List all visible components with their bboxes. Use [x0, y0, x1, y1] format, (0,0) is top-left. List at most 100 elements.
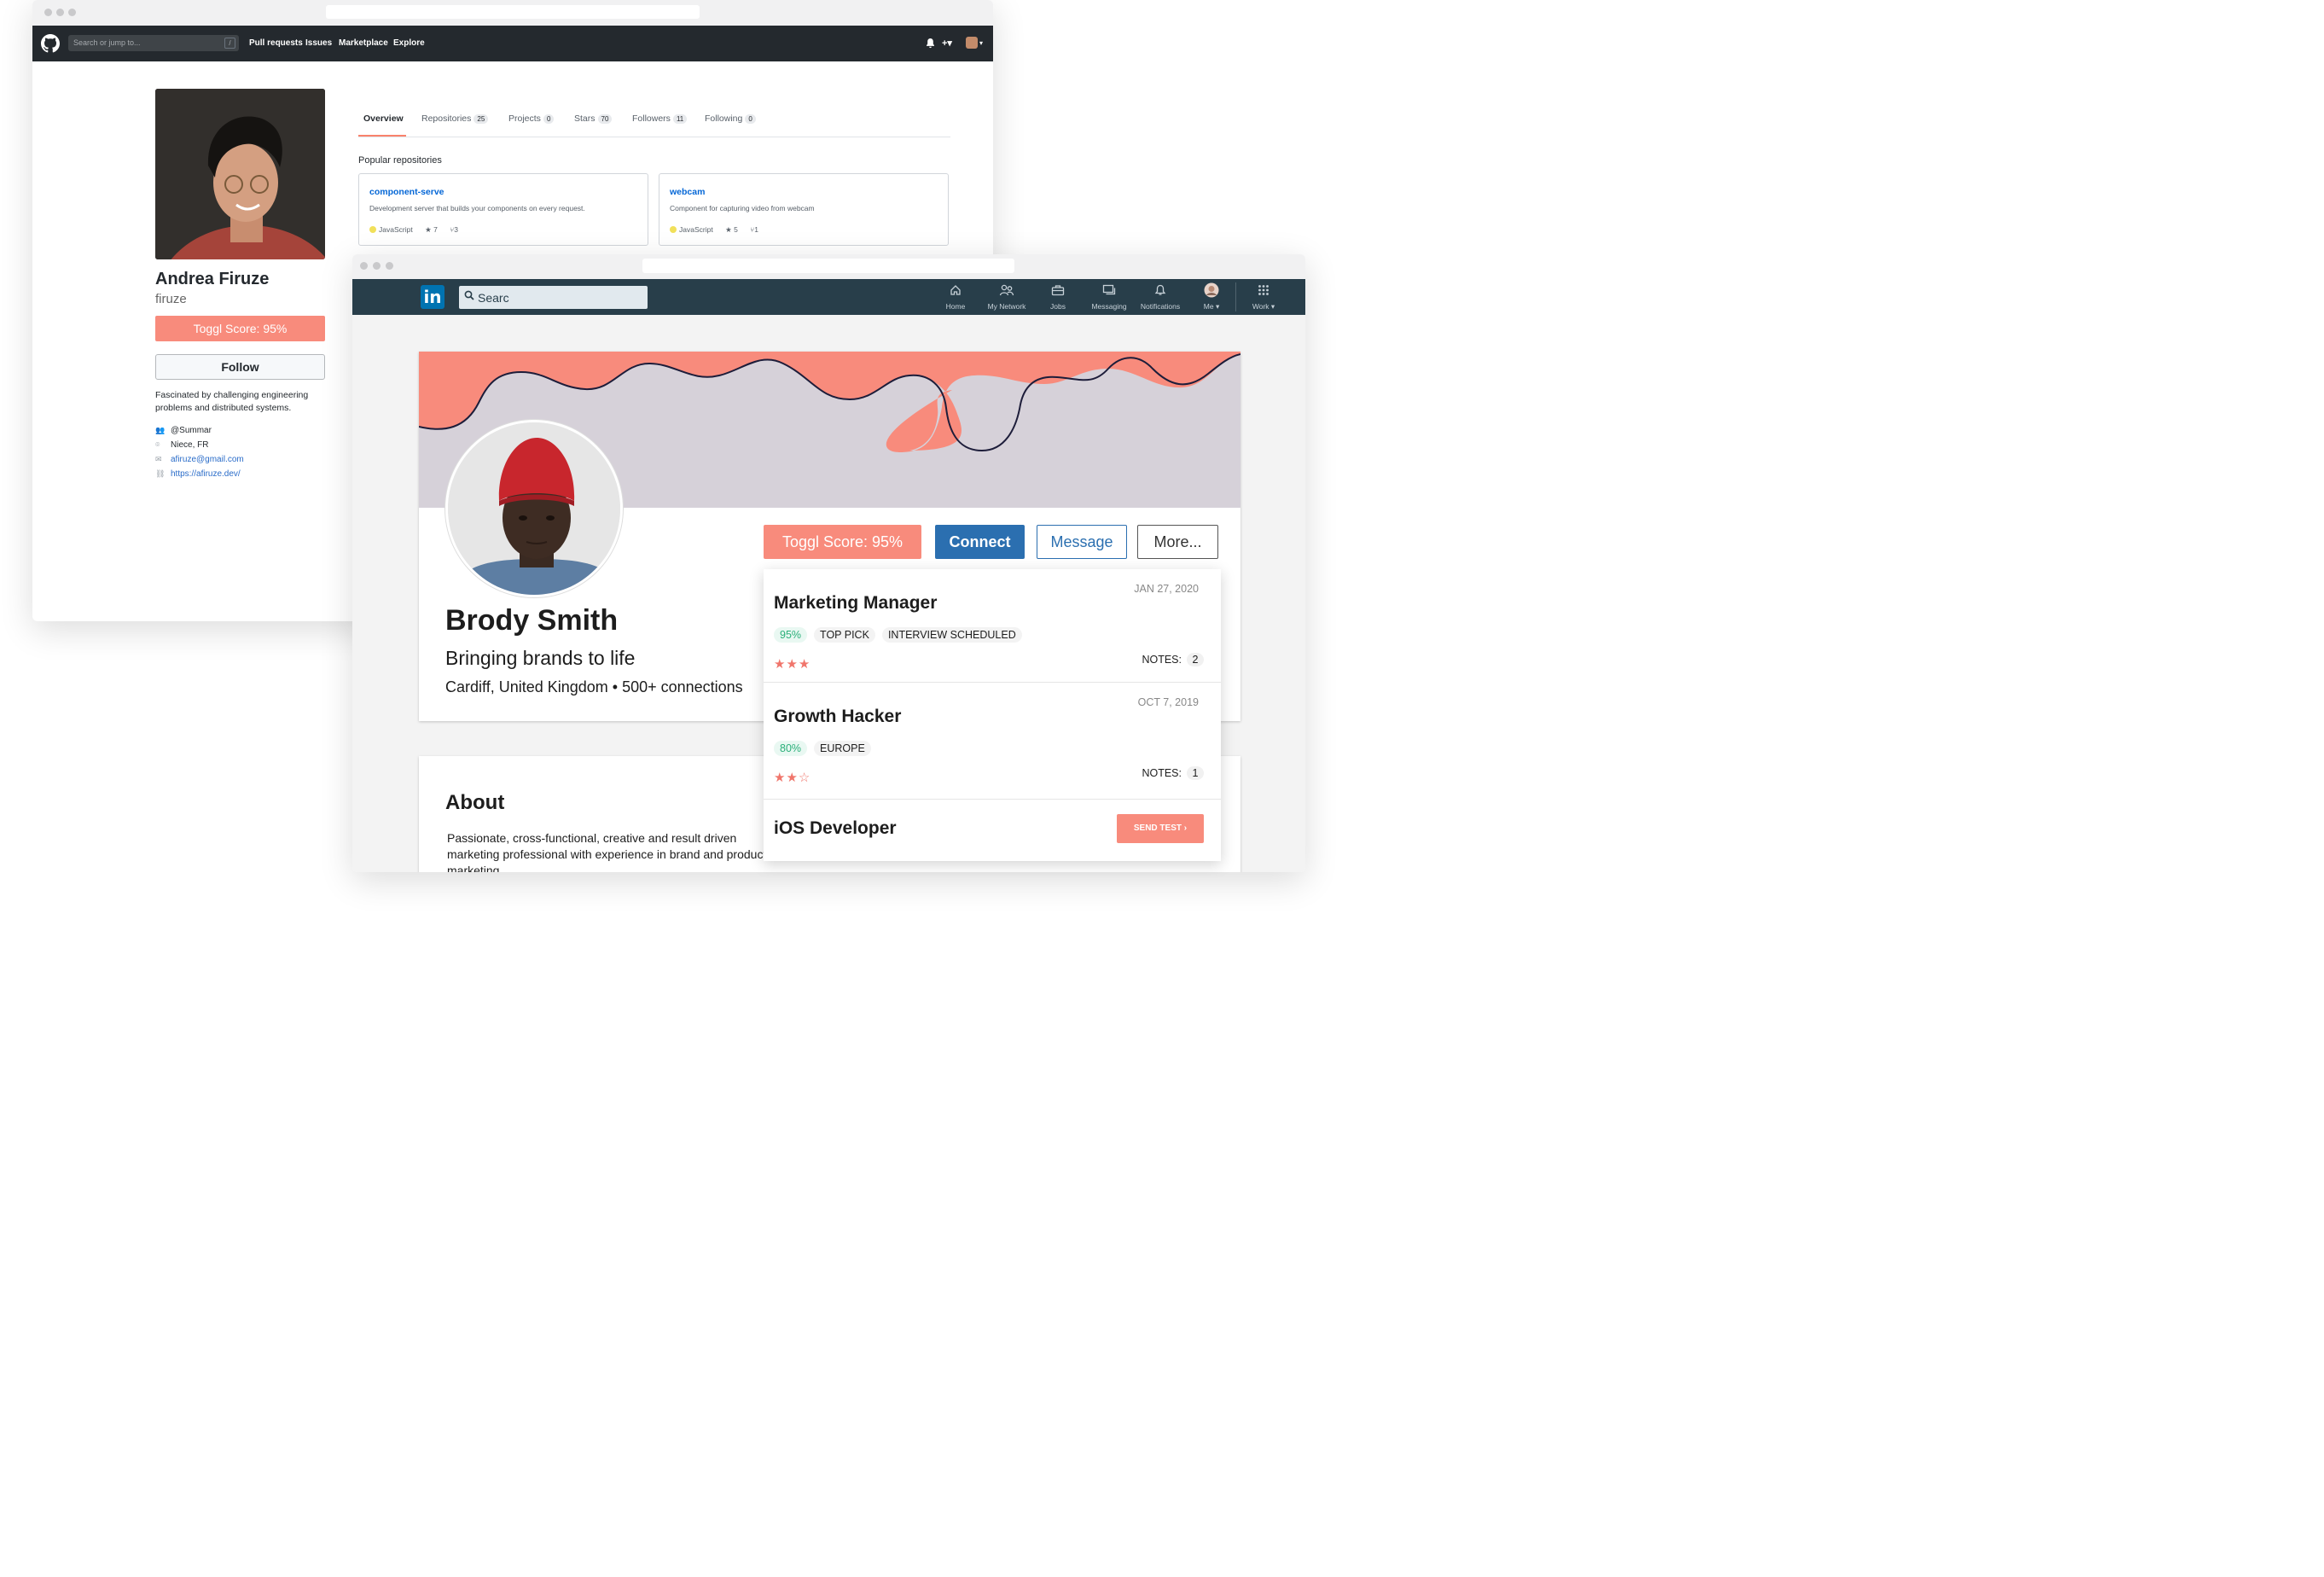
nav-explore[interactable]: Explore — [393, 38, 425, 48]
repo-stars[interactable]: 7 — [433, 225, 438, 234]
tag-europe: EUROPE — [814, 741, 871, 756]
email-link[interactable]: afiruze@gmail.com — [171, 455, 244, 464]
nav-pull-requests[interactable]: Pull requests — [249, 38, 303, 48]
follow-button[interactable]: Follow — [155, 354, 325, 380]
job-tags: 95% TOP PICK INTERVIEW SCHEDULED — [774, 627, 1029, 643]
repo-name-link[interactable]: component-serve — [369, 187, 444, 197]
nav-home[interactable]: Home — [930, 284, 981, 311]
nav-label: Work ▾ — [1252, 302, 1275, 311]
tab-label: Followers — [632, 113, 671, 124]
github-logo-icon[interactable] — [41, 34, 60, 53]
send-test-button[interactable]: SEND TEST › — [1117, 814, 1204, 843]
nav-notifications[interactable]: Notifications — [1135, 284, 1186, 311]
tab-label: Projects — [508, 113, 541, 124]
profile-website: ⛓ https://afiruze.dev/ — [155, 469, 241, 479]
window-maximize-dot[interactable] — [386, 262, 393, 270]
tab-projects[interactable]: Projects 0 — [508, 113, 555, 124]
repo-card: webcam Component for capturing video fro… — [659, 173, 949, 246]
search-shortcut-key: / — [224, 38, 235, 49]
repo-forks[interactable]: 1 — [754, 225, 758, 234]
popular-repos-title: Popular repositories — [358, 155, 442, 166]
nav-jobs[interactable]: Jobs — [1032, 284, 1084, 311]
job-notes[interactable]: NOTES: 1 — [1142, 766, 1204, 780]
more-button[interactable]: More... — [1137, 525, 1218, 559]
nav-work[interactable]: Work ▾ — [1238, 284, 1289, 311]
repo-name-link[interactable]: webcam — [670, 187, 705, 197]
message-button[interactable]: Message — [1037, 525, 1127, 559]
github-search-input[interactable]: Search or jump to... / — [68, 35, 239, 51]
nav-marketplace[interactable]: Marketplace — [339, 38, 388, 48]
profile-email: ✉ afiruze@gmail.com — [155, 455, 244, 464]
linkedin-search[interactable] — [459, 286, 648, 309]
tab-stars[interactable]: Stars 70 — [574, 113, 613, 124]
linkedin-header: in Home My Network Jobs Messaging Notifi… — [352, 279, 1305, 315]
grid-icon — [1238, 284, 1289, 298]
about-title: About — [445, 791, 505, 814]
score-tag: 80% — [774, 741, 808, 756]
chevron-down-icon[interactable]: ▾ — [979, 39, 983, 47]
tab-repositories[interactable]: Repositories 25 — [421, 113, 489, 124]
notes-count: 1 — [1187, 766, 1204, 780]
window-minimize-dot[interactable] — [56, 9, 64, 16]
profile-location: Cardiff, United Kingdom • 500+ connectio… — [445, 678, 743, 695]
about-text: Passionate, cross-functional, creative a… — [447, 831, 767, 872]
tab-overview[interactable]: Overview — [363, 113, 404, 124]
people-icon: 👥 — [155, 426, 166, 434]
search-input[interactable] — [478, 289, 640, 306]
window-maximize-dot[interactable] — [68, 9, 76, 16]
nav-divider — [1235, 282, 1236, 311]
notes-count: 2 — [1187, 653, 1204, 666]
bell-icon[interactable] — [926, 38, 935, 49]
plus-menu-icon[interactable]: +▾ — [942, 38, 952, 49]
window-close-dot[interactable] — [360, 262, 368, 270]
nav-issues[interactable]: Issues — [305, 38, 332, 48]
tab-count: 11 — [672, 114, 688, 124]
star-icon: ★ — [425, 225, 432, 234]
tab-following[interactable]: Following 0 — [705, 113, 756, 124]
toggl-jobs-panel: Marketing Manager JAN 27, 2020 95% TOP PI… — [764, 569, 1221, 861]
linkedin-logo-icon[interactable]: in — [421, 285, 444, 309]
messaging-icon — [1084, 284, 1135, 298]
connect-button[interactable]: Connect — [935, 525, 1025, 559]
tab-count: 70 — [597, 114, 613, 124]
nav-me[interactable]: Me ▾ — [1186, 282, 1237, 311]
nav-label: My Network — [987, 302, 1026, 311]
tab-followers[interactable]: Followers 11 — [632, 113, 688, 124]
job-title: Marketing Manager — [774, 593, 938, 613]
nav-label: Jobs — [1050, 302, 1066, 311]
toggl-score-badge[interactable]: Toggl Score: 95% — [155, 316, 325, 341]
nav-label: Messaging — [1091, 302, 1127, 311]
job-title: iOS Developer — [774, 818, 897, 838]
tab-label: Stars — [574, 113, 596, 124]
repo-meta: JavaScript ★ 7 ⑂3 — [369, 225, 458, 235]
profile-headline: Bringing brands to life — [445, 647, 636, 669]
job-item[interactable]: Marketing Manager JAN 27, 2020 95% TOP PI… — [764, 569, 1221, 683]
window-minimize-dot[interactable] — [373, 262, 381, 270]
tab-label: Overview — [363, 113, 404, 124]
nav-label: Home — [945, 302, 966, 311]
profile-org: 👥 @Summar — [155, 426, 212, 435]
org-label[interactable]: @Summar — [171, 426, 212, 435]
search-placeholder: Search or jump to... — [73, 38, 141, 47]
profile-photo — [155, 89, 325, 259]
job-item[interactable]: Growth Hacker OCT 7, 2019 80% EUROPE ★★☆ … — [764, 683, 1221, 800]
job-tags: 80% EUROPE — [774, 741, 878, 756]
profile-username: firuze — [155, 292, 187, 306]
address-bar[interactable] — [642, 259, 1014, 273]
toggl-score-badge[interactable]: Toggl Score: 95% — [764, 525, 921, 559]
avatar[interactable] — [966, 37, 978, 49]
job-date: JAN 27, 2020 — [1134, 583, 1199, 595]
repo-stars[interactable]: 5 — [734, 225, 738, 234]
nav-messaging[interactable]: Messaging — [1084, 284, 1135, 311]
active-tab-indicator — [358, 135, 406, 137]
job-notes[interactable]: NOTES: 2 — [1142, 653, 1204, 666]
repo-forks[interactable]: 3 — [454, 225, 458, 234]
job-item[interactable]: iOS Developer SEND TEST › — [764, 800, 1221, 861]
profile-location: ⌾ Niece, FR — [155, 440, 208, 450]
website-link[interactable]: https://afiruze.dev/ — [171, 469, 241, 479]
nav-my-network[interactable]: My Network — [981, 284, 1032, 311]
profile-bio: Fascinated by challenging engineering pr… — [155, 390, 309, 413]
repo-meta: JavaScript ★ 5 ⑂1 — [670, 225, 758, 235]
window-close-dot[interactable] — [44, 9, 52, 16]
address-bar[interactable] — [326, 5, 700, 19]
